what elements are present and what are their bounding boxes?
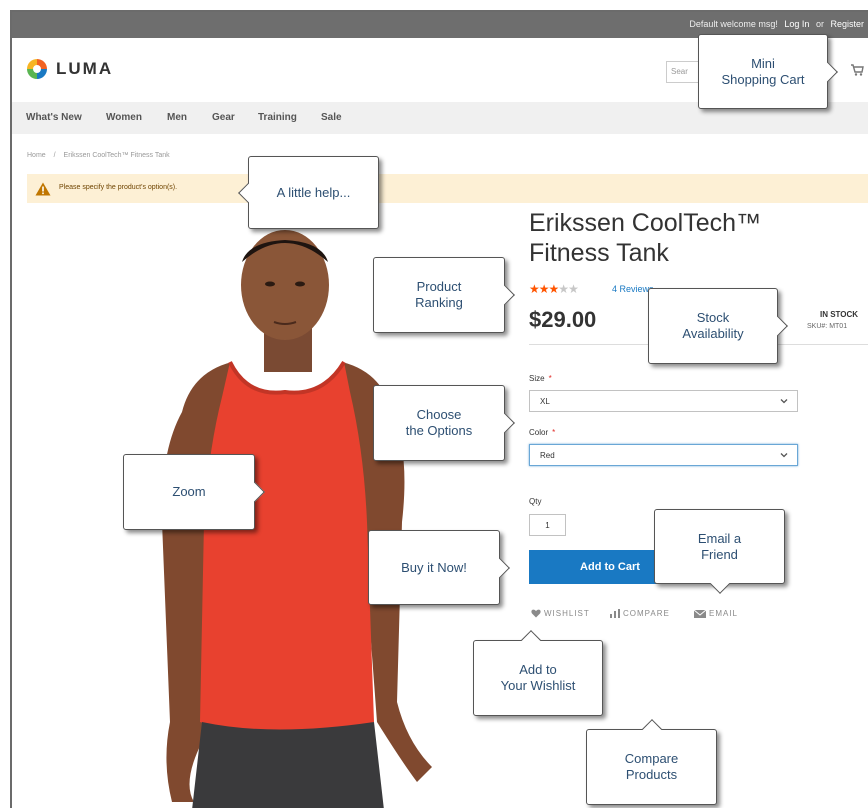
star-filled-icon: ★ (548, 282, 560, 296)
color-label-text: Color (529, 428, 549, 437)
callout-text: Email a Friend (695, 530, 744, 563)
callout-email-friend: Email a Friend (654, 509, 785, 594)
callout-text: A little help... (274, 184, 353, 201)
star-filled-icon: ★ (529, 282, 540, 296)
wishlist-link[interactable]: WISHLIST (531, 609, 590, 618)
login-link[interactable]: Log In (784, 19, 809, 29)
callout-wishlist: Add to Your Wishlist (473, 630, 603, 716)
nav-item-men[interactable]: Men (167, 112, 187, 123)
qty-input[interactable]: 1 (529, 514, 566, 536)
callout-choose-options: Choose the Options (373, 385, 515, 461)
compare-icon (610, 609, 620, 618)
luma-logo-icon (27, 59, 47, 79)
callout-product-ranking: Product Ranking (373, 257, 515, 333)
rating-stars: ★★★★★ (529, 282, 579, 296)
size-select-value: XL (540, 397, 550, 406)
size-label-text: Size (529, 374, 545, 383)
qty-label: Qty (529, 497, 542, 506)
callout-text: Product Ranking (413, 279, 465, 311)
logo-text: LUMA (56, 59, 114, 78)
stock-status: IN STOCK (820, 310, 859, 319)
callout-text: Stock Availability (680, 310, 746, 342)
size-select[interactable]: XL (529, 390, 798, 412)
nav-item-gear[interactable]: Gear (212, 112, 235, 123)
envelope-icon (694, 609, 706, 618)
star-filled-icon: ★ (538, 282, 550, 296)
callout-text: Compare Products (622, 751, 681, 783)
product-sku: SKU#: MT01 (807, 323, 847, 330)
callout-text: Zoom (170, 484, 208, 500)
callout-zoom: Zoom (123, 454, 265, 530)
callout-text: Mini Shopping Cart (719, 55, 807, 88)
required-marker: * (548, 374, 552, 383)
header-links: Default welcome msg! Log In or Register (685, 19, 864, 29)
color-select[interactable]: Red (529, 444, 798, 466)
nav-item-training[interactable]: Training (258, 112, 297, 123)
chevron-down-icon (780, 399, 788, 404)
breadcrumb-home[interactable]: Home (27, 152, 46, 159)
or-text: or (815, 19, 824, 29)
register-link[interactable]: Register (830, 19, 864, 29)
warning-text: Please specify the product's option(s). (59, 184, 178, 191)
chevron-down-icon (780, 453, 788, 458)
nav-item-whats-new[interactable]: What's New (26, 112, 82, 123)
store-logo[interactable]: LUMA (26, 58, 113, 80)
product-price: $29.00 (529, 307, 597, 332)
email-label: EMAIL (709, 609, 739, 618)
heart-icon (531, 609, 541, 618)
callout-text: Add to Your Wishlist (498, 662, 578, 694)
warning-icon (35, 182, 51, 196)
nav-item-sale[interactable]: Sale (321, 112, 342, 123)
compare-label: COMPARE (623, 609, 670, 618)
warning-message: Please specify the product's option(s). (27, 174, 868, 203)
sku-value: MT01 (829, 323, 848, 330)
welcome-message: Default welcome msg! (689, 19, 778, 29)
callout-buy-it-now: Buy it Now! (368, 530, 510, 605)
star-empty-icon: ★ (558, 282, 569, 296)
nav-item-women[interactable]: Women (106, 112, 142, 123)
color-label: Color * (529, 428, 555, 437)
breadcrumb-current: Erikssen CoolTech™ Fitness Tank (63, 152, 170, 159)
callout-stock-availability: Stock Availability (648, 288, 788, 364)
breadcrumb-separator: / (53, 152, 56, 159)
product-title: Erikssen CoolTech™ Fitness Tank (529, 209, 762, 267)
callout-mini-shopping-cart: Mini Shopping Cart (698, 34, 838, 109)
email-link[interactable]: EMAIL (694, 609, 738, 618)
compare-link[interactable]: COMPARE (610, 609, 670, 618)
callout-text: Choose the Options (403, 407, 475, 439)
required-marker: * (552, 428, 556, 437)
callout-compare-products: Compare Products (586, 719, 717, 805)
sku-label: SKU#: (807, 323, 828, 330)
callout-help: A little help... (238, 156, 379, 229)
callout-text: Buy it Now! (399, 559, 469, 576)
color-select-value: Red (540, 451, 555, 460)
star-empty-icon: ★ (568, 282, 579, 296)
size-label: Size * (529, 374, 552, 383)
wishlist-label: WISHLIST (544, 609, 590, 618)
browser-viewport: Default welcome msg! Log In or Register … (10, 10, 868, 808)
cart-icon[interactable] (850, 63, 864, 77)
breadcrumb: Home / Erikssen CoolTech™ Fitness Tank (27, 152, 170, 159)
